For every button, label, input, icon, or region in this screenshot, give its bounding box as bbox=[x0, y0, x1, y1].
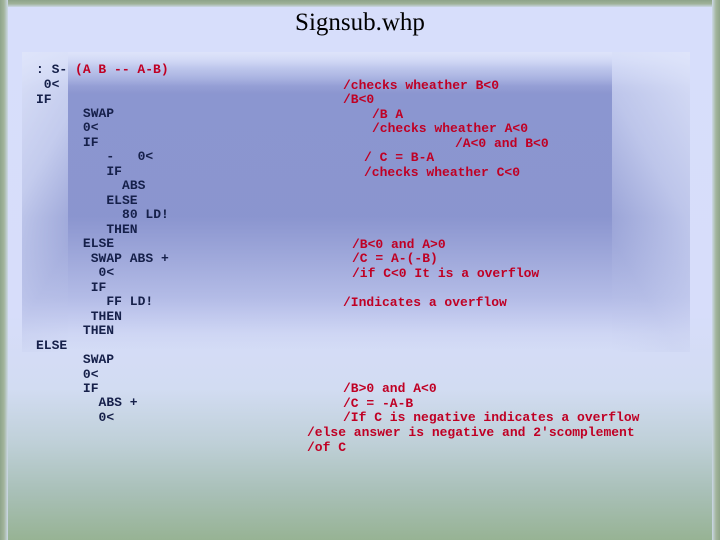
code-token: : S- bbox=[36, 62, 76, 77]
code-token: 80 LD! bbox=[122, 207, 169, 222]
code-token: SWAP bbox=[82, 352, 115, 367]
comment-line: /if C<0 It is a overflow bbox=[352, 266, 540, 281]
code-token: THEN bbox=[90, 309, 122, 324]
code-token: ELSE bbox=[106, 193, 138, 208]
code-token: IF bbox=[82, 381, 99, 396]
code-token: 0< bbox=[98, 410, 115, 425]
code-line: ELSE bbox=[82, 236, 115, 251]
code-token: ELSE bbox=[82, 236, 115, 251]
comment-line: /checks wheather C<0 bbox=[364, 165, 521, 180]
code-token: ELSE bbox=[36, 338, 68, 353]
code-token: ABS bbox=[122, 178, 146, 193]
code-line: IF bbox=[90, 280, 107, 295]
code-line: ABS + bbox=[98, 395, 138, 410]
code-line: IF bbox=[82, 135, 99, 150]
comment-line: /B>0 and A<0 bbox=[343, 381, 437, 396]
code-token: SWAP bbox=[82, 106, 115, 121]
code-token: ABS + bbox=[98, 395, 138, 410]
comment-line: /Indicates a overflow bbox=[343, 295, 507, 310]
comment-line: /If C is negative indicates a overflow bbox=[343, 410, 640, 425]
code-line: FF LD! bbox=[106, 294, 154, 309]
comment-line: /A<0 and B<0 bbox=[455, 136, 549, 151]
code-line: ELSE bbox=[36, 338, 68, 353]
code-line: : S- (A B -- A-B) bbox=[36, 62, 169, 77]
code-token: IF bbox=[82, 135, 99, 150]
code-token: 0< bbox=[82, 120, 99, 135]
code-line: ABS bbox=[122, 178, 146, 193]
code-token: SWAP ABS + bbox=[90, 251, 169, 266]
code-token: FF LD! bbox=[106, 294, 154, 309]
code-line: THEN bbox=[82, 323, 115, 338]
code-line: IF bbox=[106, 164, 122, 179]
comment-line: / C = B-A bbox=[364, 150, 435, 165]
comment-line: /checks wheather A<0 bbox=[372, 121, 529, 136]
code-token: THEN bbox=[82, 323, 115, 338]
code-line: 0< bbox=[98, 265, 115, 280]
code-line: 0< bbox=[36, 77, 60, 92]
stack-effect-comment: (A B -- A-B) bbox=[75, 62, 169, 77]
code-line: 80 LD! bbox=[122, 207, 169, 222]
code-line: SWAP bbox=[82, 352, 115, 367]
comment-line: /of C bbox=[307, 440, 347, 455]
code-token: 0< bbox=[82, 367, 99, 382]
code-token: IF bbox=[106, 164, 122, 179]
code-token: IF bbox=[90, 280, 107, 295]
code-line: 0< bbox=[98, 410, 115, 425]
code-token: 0< bbox=[98, 265, 115, 280]
code-line: IF bbox=[82, 381, 99, 396]
code-token: THEN bbox=[106, 222, 138, 237]
code-line: IF bbox=[36, 92, 52, 107]
code-token: - 0< bbox=[106, 149, 154, 164]
code-token: 0< bbox=[36, 77, 60, 92]
comment-line: /B<0 bbox=[343, 92, 375, 107]
slide-canvas: Signsub.whp : S- (A B -- A-B) 0< IF SWAP 0<… bbox=[0, 0, 720, 540]
code-line: - 0< bbox=[106, 149, 154, 164]
comment-line: /C = A-(-B) bbox=[352, 251, 438, 266]
comment-line: /else answer is negative and 2'scompleme… bbox=[307, 425, 635, 440]
code-line: 0< bbox=[82, 120, 99, 135]
code-token: IF bbox=[36, 92, 52, 107]
code-listing: : S- (A B -- A-B) 0< IF SWAP 0< IF - 0< IF ABS E… bbox=[0, 0, 720, 540]
